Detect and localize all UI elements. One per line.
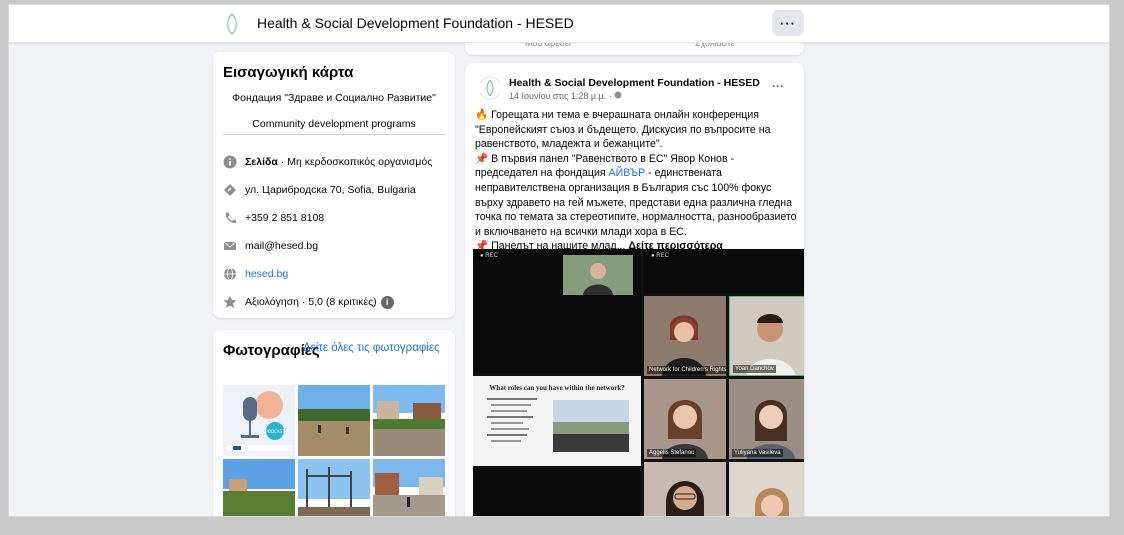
more-options-button[interactable]: ··· — [772, 10, 804, 36]
video-call-header-tile: ● REC — [644, 249, 804, 293]
participant-name-3: Aggelis Stefanou — [647, 449, 697, 457]
participant-tile-1: Network for Children's Rights — [644, 296, 726, 376]
website-link[interactable]: hesed.bg — [245, 268, 288, 280]
post-date[interactable]: 14 Ιουνίου στις 1:28 μ.μ. · — [509, 91, 614, 101]
page-type-label: Σελίδα — [245, 156, 278, 168]
rec-indicator-2: ● REC — [648, 252, 672, 260]
star-icon — [223, 295, 237, 309]
participant-name-1: Network for Children's Rights — [647, 366, 726, 374]
post-image[interactable]: ● REC What roles can you have within the… — [473, 249, 804, 516]
photo-thumb-street-1[interactable] — [373, 385, 445, 456]
hesed-logo[interactable] — [221, 11, 243, 37]
rating-info-icon[interactable]: i — [380, 295, 394, 309]
info-row-website: hesed.bg — [223, 265, 288, 283]
page-title[interactable]: Health & Social Development Foundation -… — [257, 15, 574, 31]
see-all-photos-link[interactable]: Δείτε όλες τις φωτογραφίες — [303, 342, 440, 354]
post-options-button[interactable]: ··· — [772, 79, 784, 93]
location-icon — [223, 183, 237, 197]
video-call-empty-tile — [473, 469, 641, 516]
info-row-address: ул. Царибродска 70, Sofia, Bulgaria — [223, 181, 416, 199]
email-icon — [223, 239, 237, 253]
phone-text[interactable]: +359 2 851 8108 — [245, 212, 324, 224]
info-row-page-type: Σελίδα · Μη κερδοσκοπικός οργανισμός — [223, 153, 432, 171]
post-body: 🔥 Горещата ни тема е вчерашната онлайн к… — [475, 108, 797, 254]
participant-tile-6 — [729, 462, 804, 516]
page-header-bar: Health & Social Development Foundation -… — [9, 5, 1109, 43]
participant-name-2: Yoan Danchov — [733, 365, 776, 373]
video-call-main-tile: ● REC — [473, 249, 641, 373]
photo-thumb-field-1[interactable] — [298, 385, 370, 456]
presentation-slide: What roles can you have within the netwo… — [473, 376, 641, 466]
post-paragraph-1: 🔥 Горещата ни тема е вчерашната онлайн к… — [475, 109, 771, 151]
phone-icon — [223, 211, 237, 225]
post-card: Health & Social Development Foundation -… — [465, 63, 804, 516]
participant-tile-5 — [644, 462, 726, 516]
globe-icon — [614, 91, 622, 101]
svg-text:PODCAST: PODCAST — [265, 429, 285, 434]
participant-tile-2: Yoan Danchov — [729, 296, 804, 376]
info-row-rating: Αξιολόγηση · 5,0 (8 κριτικές) i — [223, 293, 394, 311]
post-timestamp[interactable]: 14 Ιουνίου στις 1:28 μ.μ. · — [509, 91, 622, 101]
globe-icon — [223, 267, 237, 281]
intro-divider — [223, 134, 445, 135]
email-text[interactable]: mail@hesed.bg — [245, 240, 318, 252]
rating-text[interactable]: Αξιολόγηση · 5,0 (8 κριτικές) — [245, 296, 377, 308]
photos-title: Φωτογραφίες — [223, 342, 320, 359]
intro-card: Εισαγωγική κάρτα Фондация "Здраве и Соци… — [213, 52, 455, 318]
info-row-phone: +359 2 851 8108 — [223, 209, 324, 227]
address-text[interactable]: ул. Царибродска 70, Sofia, Bulgaria — [245, 184, 416, 196]
info-row-email: mail@hesed.bg — [223, 237, 318, 255]
post-author-name[interactable]: Health & Social Development Foundation -… — [509, 77, 760, 89]
photo-thumb-street-2[interactable] — [373, 459, 445, 516]
photo-thumb-construction[interactable] — [298, 459, 370, 516]
participant-tile-3: Aggelis Stefanou — [644, 379, 726, 459]
participant-tile-4: Yuliyana Vasileva — [729, 379, 804, 459]
participant-name-4: Yuliyana Vasileva — [732, 449, 783, 457]
photo-thumb-village-1[interactable] — [223, 459, 295, 516]
intro-description: Фондация "Здраве и Социално Развитие" — [232, 92, 436, 104]
post-paragraph-2: 📌 В първия панел "Равенството в ЕС" Явор… — [475, 152, 797, 240]
photo-thumb-podcast[interactable]: PODCAST — [223, 385, 295, 456]
ivar-link[interactable]: АЙВЪР — [609, 167, 646, 179]
page-type-value: · Μη κερδοσκοπικός οργανισμός — [277, 156, 433, 168]
info-icon — [223, 155, 237, 169]
photos-card: Φωτογραφίες Δείτε όλες τις φωτογραφίες P… — [213, 330, 455, 516]
post-author-avatar[interactable] — [479, 75, 501, 101]
intro-title: Εισαγωγική κάρτα — [223, 64, 354, 81]
browser-viewport: Health & Social Development Foundation -… — [8, 4, 1110, 517]
intro-category: Community development programs — [252, 118, 416, 130]
